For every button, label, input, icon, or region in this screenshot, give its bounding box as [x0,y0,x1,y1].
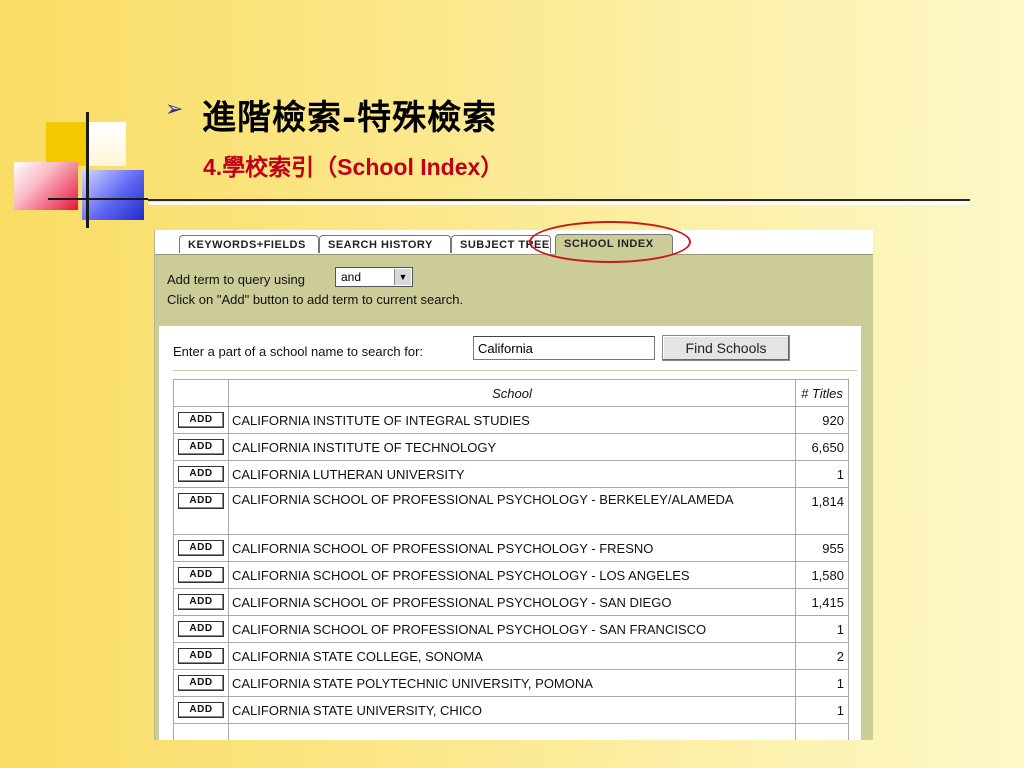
add-instructions: Click on "Add" button to add term to cur… [167,292,464,307]
school-name: CALIFORNIA STATE UNIVERSITY, CHICO [228,696,796,724]
school-name: CALIFORNIA SCHOOL OF PROFESSIONAL PSYCHO… [228,534,796,562]
titles-count: 1 [795,460,849,488]
titles-count: 1,415 [795,588,849,616]
find-schools-button[interactable]: Find Schools [662,335,790,361]
school-column-header: School [228,379,796,407]
titles-count: 920 [795,406,849,434]
school-name: CALIFORNIA INSTITUTE OF TECHNOLOGY [228,433,796,461]
add-button[interactable]: ADD [178,648,224,664]
table-row: ADD CALIFORNIA STATE UNIVERSITY, CHICO 1 [173,696,849,724]
highlight-circle [529,221,691,263]
add-button[interactable]: ADD [178,540,224,556]
add-button[interactable]: ADD [178,439,224,455]
table-row: ADD CALIFORNIA INSTITUTE OF INTEGRAL STU… [173,406,849,434]
titles-count: 1 [795,669,849,697]
school-name: CALIFORNIA SCHOOL OF PROFESSIONAL PSYCHO… [228,615,796,643]
school-name: CALIFORNIA INSTITUTE OF INTEGRAL STUDIES [228,406,796,434]
operator-select[interactable]: and ▼ [335,267,413,287]
decor-horizontal-line [48,198,148,200]
add-button[interactable]: ADD [178,466,224,482]
add-button[interactable]: ADD [178,702,224,718]
table-row: ADD CALIFORNIA STATE COLLEGE, SONOMA 2 [173,642,849,670]
chevron-down-icon[interactable]: ▼ [394,269,411,285]
add-button[interactable]: ADD [178,675,224,691]
screenshot-panel: KEYWORDS+FIELDS SEARCH HISTORY SUBJECT T… [154,230,873,740]
decor-white-square [88,122,126,166]
table-row: ADD CALIFORNIA SCHOOL OF PROFESSIONAL PS… [173,588,849,616]
decor-vertical-line [86,112,89,228]
titles-count: 955 [795,534,849,562]
table-row: ADD CALIFORNIA SCHOOL OF PROFESSIONAL PS… [173,561,849,589]
operator-value: and [341,270,362,284]
title-rule-highlight [148,202,970,205]
tab-bar: KEYWORDS+FIELDS SEARCH HISTORY SUBJECT T… [155,230,873,255]
title-rule [148,199,970,201]
table-row: ADD CALIFORNIA INSTITUTE OF TECHNOLOGY 6… [173,433,849,461]
school-name: CALIFORNIA STATE POLYTECHNIC UNIVERSITY,… [228,669,796,697]
school-name: CALIFORNIA SCHOOL OF PROFESSIONAL PSYCHO… [228,487,796,535]
decor-blue-square [82,170,144,220]
search-label: Enter a part of a school name to search … [173,344,424,359]
school-search-area: Enter a part of a school name to search … [159,326,861,740]
divider [173,370,857,371]
school-name: CALIFORNIA LUTHERAN UNIVERSITY [228,460,796,488]
table-row: ADD CALIFORNIA SCHOOL OF PROFESSIONAL PS… [173,615,849,643]
titles-count: 6,650 [795,433,849,461]
titles-count: 1,580 [795,561,849,589]
add-button[interactable]: ADD [178,567,224,583]
bullet-arrow-icon: ➢ [165,96,184,121]
titles-count: 2 [795,642,849,670]
titles-count: 1,814 [795,487,849,535]
school-search-input[interactable] [473,336,655,360]
table-row: ADD CALIFORNIA SCHOOL OF PROFESSIONAL PS… [173,534,849,562]
school-results-table: School # Titles ADD CALIFORNIA INSTITUTE… [173,379,849,740]
table-row: ADD CALIFORNIA STATE POLYTECHNIC UNIVERS… [173,669,849,697]
school-name: CALIFORNIA SCHOOL OF PROFESSIONAL PSYCHO… [228,588,796,616]
add-term-label: Add term to query using [167,272,306,287]
school-name: CALIFORNIA STATE COLLEGE, SONOMA [228,642,796,670]
table-row: ADD CALIFORNIA LUTHERAN UNIVERSITY 1 [173,460,849,488]
add-button[interactable]: ADD [178,594,224,610]
titles-column-header: # Titles [795,379,849,407]
add-column-header [173,379,229,407]
add-button[interactable]: ADD [178,621,224,637]
add-button[interactable]: ADD [178,493,224,509]
tab-search-history[interactable]: SEARCH HISTORY [319,235,451,253]
tab-keywords-fields[interactable]: KEYWORDS+FIELDS [179,235,319,253]
titles-count: 1 [795,615,849,643]
titles-count: 1 [795,696,849,724]
decor-yellow-square [46,122,86,166]
decor-red-square [14,162,78,210]
school-name: CALIFORNIA SCHOOL OF PROFESSIONAL PSYCHO… [228,561,796,589]
add-button[interactable]: ADD [178,412,224,428]
page-subtitle: 4.學校索引（School Index） [203,154,504,180]
table-row [173,723,849,740]
table-row: ADD CALIFORNIA SCHOOL OF PROFESSIONAL PS… [173,487,849,535]
page-title: 進階檢索-特殊檢索 [202,98,498,138]
